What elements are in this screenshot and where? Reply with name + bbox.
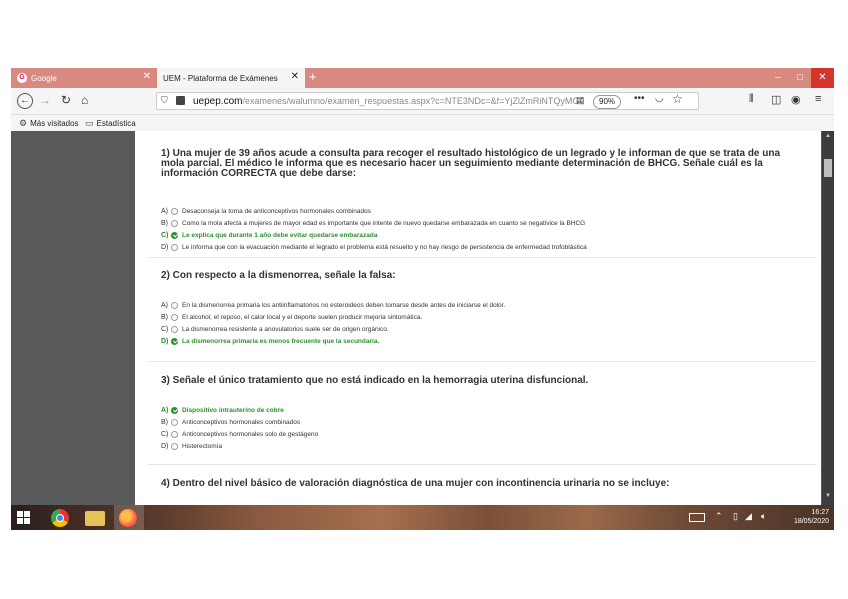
bookmark-label: Estadística bbox=[96, 119, 136, 128]
option-d[interactable]: D) Le informa que con la evacuación media… bbox=[161, 241, 587, 253]
gear-icon: ⚙ bbox=[19, 118, 28, 128]
question-3: 3) Señale el único tratamiento que no es… bbox=[161, 375, 801, 450]
question-title: 4) Dentro del nivel básico de valoración… bbox=[161, 478, 670, 489]
radio-icon[interactable] bbox=[171, 301, 178, 309]
zoom-level[interactable]: 90% bbox=[593, 95, 622, 109]
google-favicon-icon: G bbox=[17, 73, 27, 83]
maximize-button[interactable]: □ bbox=[789, 68, 811, 88]
option-c-correct[interactable]: C) Le explica que durante 1 año debe evit… bbox=[161, 229, 587, 241]
option-a[interactable]: A) Desaconseja la toma de anticonceptivos… bbox=[161, 205, 587, 217]
page-content: 1) Una mujer de 39 años acude a consulta… bbox=[11, 131, 834, 505]
check-circle-icon[interactable] bbox=[171, 406, 178, 414]
new-tab-button[interactable]: + bbox=[309, 69, 317, 84]
tab-bar: G Google ✕ UEM - Plataforma de Exámenes … bbox=[11, 68, 834, 88]
check-circle-icon[interactable] bbox=[171, 231, 178, 239]
firefox-icon[interactable] bbox=[119, 509, 137, 527]
scroll-thumb[interactable] bbox=[824, 159, 832, 177]
nav-bar: ← → ↻ ⌂ ⛉ uepep.com/examenes/walumno/exa… bbox=[11, 88, 834, 115]
option-c[interactable]: C) Anticonceptivos hormonales solo de ges… bbox=[161, 428, 318, 440]
option-b[interactable]: B) Anticonceptivos hormonales combinados bbox=[161, 416, 318, 428]
clock-date: 18/05/2020 bbox=[793, 518, 829, 525]
minimize-button[interactable]: – bbox=[767, 68, 789, 88]
options-list: A) Dispositivo intrauterino de cobre B) An… bbox=[161, 404, 318, 452]
page-actions-icon[interactable]: ••• bbox=[634, 93, 645, 104]
tab-uem[interactable]: UEM - Plataforma de Exámenes ✕ bbox=[157, 68, 305, 88]
question-2: 2) Con respecto a la dismenorrea, señale… bbox=[161, 270, 801, 345]
scroll-up-icon[interactable]: ▲ bbox=[825, 133, 831, 139]
battery-icon[interactable]: ▯ bbox=[733, 511, 738, 522]
close-window-button[interactable]: ✕ bbox=[811, 68, 834, 88]
radio-icon[interactable] bbox=[171, 325, 178, 333]
keyboard-icon[interactable] bbox=[689, 513, 705, 522]
option-a[interactable]: A) En la dismenorrea primaria los antiinf… bbox=[161, 299, 505, 311]
close-tab-icon[interactable]: ✕ bbox=[143, 71, 151, 82]
chevron-up-icon[interactable]: ⌃ bbox=[715, 511, 723, 522]
home-icon[interactable]: ⌂ bbox=[81, 93, 88, 107]
bookmark-star-icon[interactable]: ☆ bbox=[672, 92, 683, 106]
network-icon[interactable]: ◢ bbox=[745, 511, 752, 522]
question-1: 1) Una mujer de 39 años acude a consulta… bbox=[161, 148, 801, 251]
question-title: 2) Con respecto a la dismenorrea, señale… bbox=[161, 270, 396, 281]
bookmarks-toolbar: ⚙ Más visitados ▭ Estadística bbox=[11, 115, 834, 131]
question-title: 3) Señale el único tratamiento que no es… bbox=[161, 375, 589, 386]
option-d-correct[interactable]: D) La dismenorrea primaria es menos frecu… bbox=[161, 335, 505, 347]
radio-icon[interactable] bbox=[171, 418, 178, 426]
chrome-icon[interactable] bbox=[51, 509, 69, 527]
sidebar-icon[interactable]: ◫ bbox=[771, 93, 781, 106]
tab-label: UEM - Plataforma de Exámenes bbox=[163, 73, 278, 83]
radio-icon[interactable] bbox=[171, 313, 178, 321]
exam-panel: 1) Una mujer de 39 años acude a consulta… bbox=[135, 131, 821, 505]
question-title: 1) Una mujer de 39 años acude a consulta… bbox=[161, 148, 781, 179]
account-icon[interactable]: ◉ bbox=[791, 93, 801, 106]
options-list: A) En la dismenorrea primaria los antiinf… bbox=[161, 299, 505, 347]
scroll-down-icon[interactable]: ▼ bbox=[825, 493, 831, 499]
option-c[interactable]: C) La dismenorrea resistente a anovulator… bbox=[161, 323, 505, 335]
shield-icon[interactable]: ⛉ bbox=[161, 95, 168, 106]
clock-time: 16:27 bbox=[811, 509, 829, 516]
close-tab-icon[interactable]: ✕ bbox=[291, 71, 299, 82]
url-path: /examenes/walumno/examen_respuestas.aspx… bbox=[242, 96, 583, 106]
bookmark-label: Más visitados bbox=[30, 119, 79, 128]
library-icon[interactable]: ⫴ bbox=[749, 93, 754, 106]
tab-google[interactable]: G Google ✕ bbox=[11, 68, 157, 88]
bookmark-estadistica[interactable]: ▭ Estadística bbox=[85, 118, 136, 129]
divider bbox=[147, 464, 817, 465]
address-bar[interactable]: ⛉ uepep.com/examenes/walumno/examen_resp… bbox=[156, 92, 699, 110]
option-b[interactable]: B) Como la mola afecta a mujeres de mayor… bbox=[161, 217, 587, 229]
bookmark-mas-visitados[interactable]: ⚙ Más visitados bbox=[19, 118, 79, 129]
url-text[interactable]: uepep.com/examenes/walumno/examen_respue… bbox=[193, 96, 583, 107]
question-4: 4) Dentro del nivel básico de valoración… bbox=[161, 479, 801, 489]
file-explorer-icon[interactable] bbox=[85, 511, 105, 526]
screen: G Google ✕ UEM - Plataforma de Exámenes … bbox=[11, 68, 834, 530]
back-arrow-icon[interactable]: ← bbox=[17, 93, 33, 109]
check-circle-icon[interactable] bbox=[171, 337, 178, 345]
reader-view-icon[interactable]: ▤ bbox=[576, 95, 585, 106]
forward-arrow-icon[interactable]: → bbox=[39, 93, 51, 107]
windows-start-icon[interactable] bbox=[17, 511, 31, 525]
option-b[interactable]: B) El alcohol, el reposo, el calor local … bbox=[161, 311, 505, 323]
option-a-correct[interactable]: A) Dispositivo intrauterino de cobre bbox=[161, 404, 318, 416]
radio-icon[interactable] bbox=[171, 430, 178, 438]
lock-icon[interactable] bbox=[176, 96, 185, 105]
radio-icon[interactable] bbox=[171, 442, 178, 450]
reload-icon[interactable]: ↻ bbox=[61, 93, 71, 107]
options-list: A) Desaconseja la toma de anticonceptivos… bbox=[161, 205, 587, 253]
system-clock[interactable]: 16:27 18/05/2020 bbox=[781, 508, 829, 526]
hamburger-menu-icon[interactable]: ≡ bbox=[815, 93, 821, 105]
url-domain: uepep.com bbox=[193, 96, 243, 107]
volume-icon[interactable]: 🔈︎ bbox=[761, 511, 766, 522]
taskbar: ⌃ ▯ ◢ 🔈︎ 16:27 18/05/2020 bbox=[11, 505, 834, 530]
pocket-icon[interactable]: ◡ bbox=[655, 93, 664, 104]
radio-icon[interactable] bbox=[171, 207, 178, 215]
radio-icon[interactable] bbox=[171, 243, 178, 251]
option-d[interactable]: D) Histerectomía bbox=[161, 440, 318, 452]
radio-icon[interactable] bbox=[171, 219, 178, 227]
divider bbox=[147, 361, 817, 362]
scrollbar[interactable]: ▲ ▼ bbox=[822, 131, 834, 505]
divider bbox=[147, 257, 817, 258]
tab-label: Google bbox=[31, 73, 57, 83]
folder-icon: ▭ bbox=[85, 118, 94, 128]
